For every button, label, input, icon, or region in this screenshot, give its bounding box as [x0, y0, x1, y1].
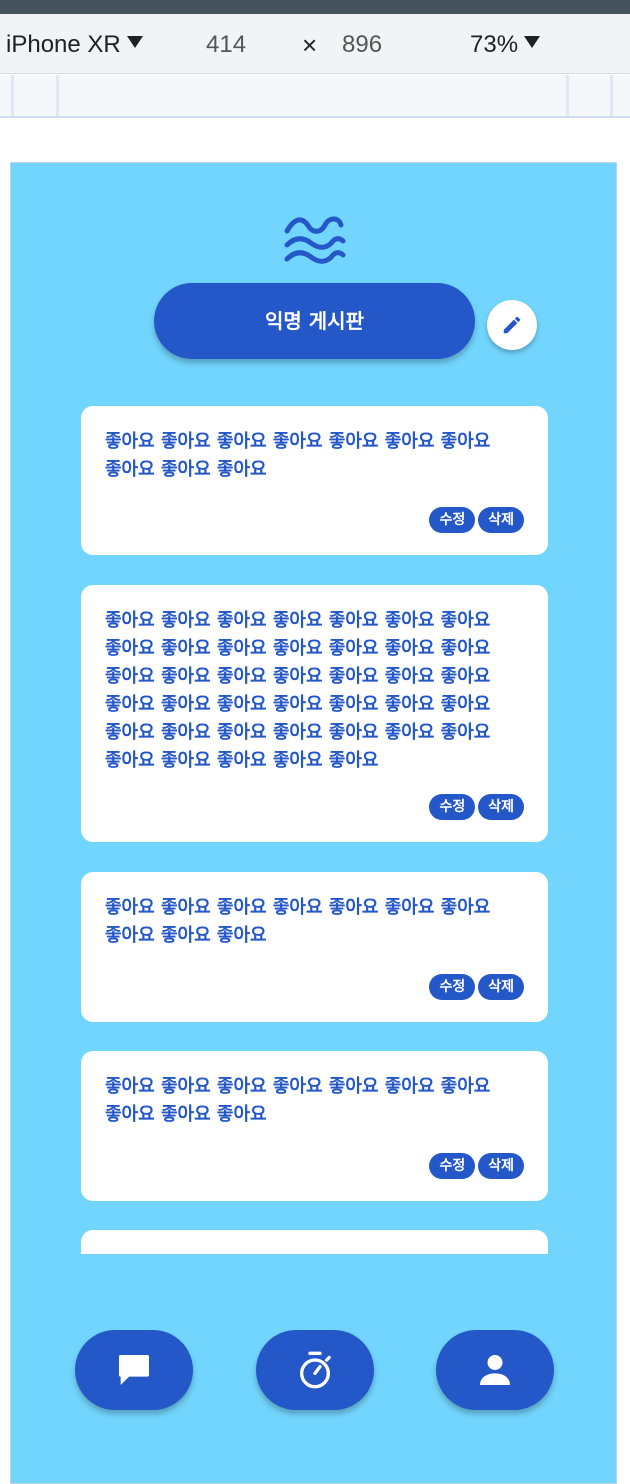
- zoom-label: 73%: [470, 31, 519, 58]
- post-content: 좋아요 좋아요 좋아요 좋아요 좋아요 좋아요 좋아요 좋아요 좋아요 좋아요: [105, 431, 491, 480]
- post-actions: 수정 삭제: [426, 974, 524, 1000]
- nav-chat-button[interactable]: [75, 1330, 193, 1410]
- ruler-tick: [11, 75, 14, 116]
- device-name-label: iPhone XR: [6, 31, 121, 58]
- device-select[interactable]: iPhone XR: [6, 30, 143, 60]
- media-query-ruler: [0, 75, 630, 118]
- post-card: 좋아요 좋아요 좋아요 좋아요 좋아요 좋아요 좋아요 좋아요 좋아요 좋아요 …: [81, 406, 548, 555]
- devtools-top-strip: [0, 0, 630, 14]
- caret-down-icon: [524, 36, 541, 48]
- delete-button[interactable]: 삭제: [478, 974, 524, 1000]
- edit-button[interactable]: 수정: [429, 507, 476, 533]
- pencil-icon: [503, 316, 521, 334]
- delete-button[interactable]: 삭제: [478, 507, 524, 533]
- ruler-tick: [610, 75, 613, 116]
- ruler-tick: [566, 75, 569, 116]
- device-toolbar: iPhone XR 414 × 896 73%: [0, 14, 630, 74]
- post-card-partial: [81, 1230, 548, 1254]
- nav-profile-button[interactable]: [436, 1330, 554, 1410]
- delete-button[interactable]: 삭제: [478, 794, 524, 820]
- post-actions: 수정 삭제: [426, 794, 524, 820]
- post-list[interactable]: 좋아요 좋아요 좋아요 좋아요 좋아요 좋아요 좋아요 좋아요 좋아요 좋아요 …: [81, 406, 548, 1254]
- caret-down-icon: [126, 36, 143, 48]
- ruler-tick: [56, 75, 59, 116]
- delete-button[interactable]: 삭제: [478, 1153, 524, 1179]
- post-content: 좋아요 좋아요 좋아요 좋아요 좋아요 좋아요 좋아요 좋아요 좋아요 좋아요: [105, 897, 491, 946]
- width-input[interactable]: 414: [206, 30, 246, 60]
- board-title-button[interactable]: 익명 게시판: [154, 283, 475, 359]
- post-content: 좋아요 좋아요 좋아요 좋아요 좋아요 좋아요 좋아요 좋아요 좋아요 좋아요: [105, 1076, 491, 1125]
- times-icon: ×: [302, 30, 318, 60]
- height-input[interactable]: 896: [342, 30, 382, 60]
- post-card: 좋아요 좋아요 좋아요 좋아요 좋아요 좋아요 좋아요 좋아요 좋아요 좋아요 …: [81, 1051, 548, 1201]
- app-viewport: 익명 게시판 좋아요 좋아요 좋아요 좋아요 좋아요 좋아요 좋아요 좋아요 좋…: [10, 162, 617, 1484]
- nav-timer-button[interactable]: [256, 1330, 374, 1410]
- write-post-button[interactable]: [487, 300, 537, 350]
- post-card: 좋아요 좋아요 좋아요 좋아요 좋아요 좋아요 좋아요 좋아요 좋아요 좋아요 …: [81, 585, 548, 842]
- stopwatch-icon: [300, 1351, 331, 1389]
- post-content: 좋아요 좋아요 좋아요 좋아요 좋아요 좋아요 좋아요 좋아요 좋아요 좋아요 …: [105, 610, 491, 771]
- post-card: 좋아요 좋아요 좋아요 좋아요 좋아요 좋아요 좋아요 좋아요 좋아요 좋아요 …: [81, 872, 548, 1022]
- edit-button[interactable]: 수정: [429, 974, 476, 1000]
- edit-button[interactable]: 수정: [429, 794, 476, 820]
- post-actions: 수정 삭제: [426, 507, 524, 533]
- chat-icon: [119, 1355, 149, 1385]
- zoom-select[interactable]: 73%: [470, 30, 541, 60]
- post-actions: 수정 삭제: [426, 1153, 524, 1179]
- user-icon: [480, 1355, 510, 1385]
- waves-icon: [284, 216, 346, 264]
- edit-button[interactable]: 수정: [429, 1153, 476, 1179]
